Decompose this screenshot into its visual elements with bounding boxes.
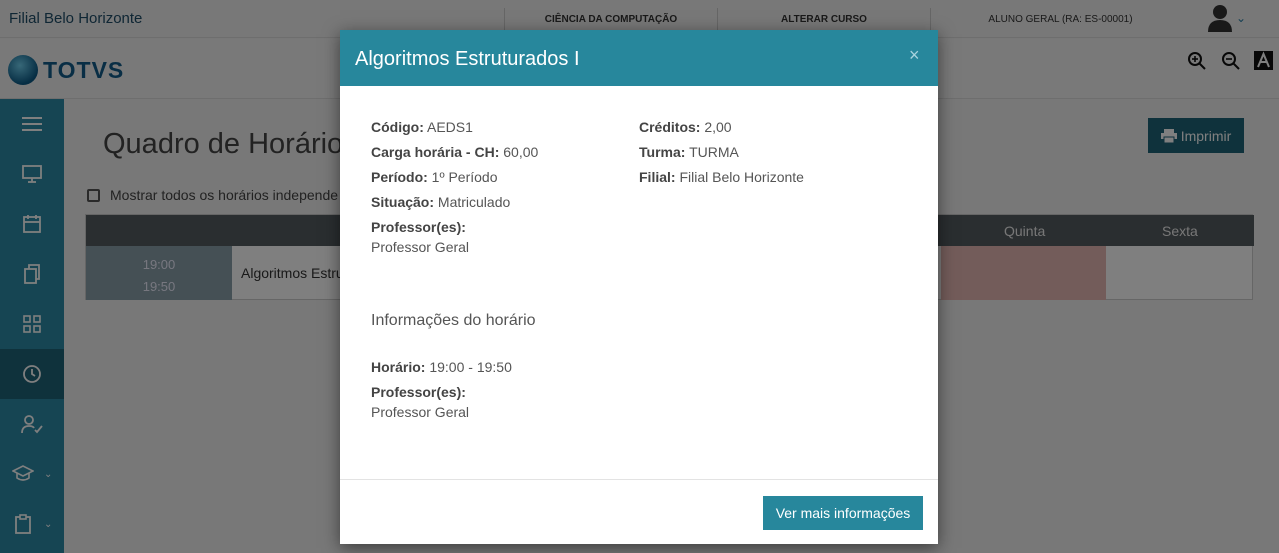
info-carga: Carga horária - CH: 60,00	[371, 143, 538, 161]
more-info-button[interactable]: Ver mais informações	[763, 496, 923, 530]
info-label: Créditos:	[639, 119, 701, 135]
info-turma: Turma: TURMA	[639, 143, 739, 161]
info-professores-value: Professor Geral	[371, 239, 470, 255]
info-value: 19:00 - 19:50	[429, 359, 512, 375]
info-value: TURMA	[689, 144, 739, 160]
course-modal: Algoritmos Estruturados I × Código: AEDS…	[340, 30, 938, 544]
close-icon[interactable]: ×	[909, 45, 920, 66]
info-label: Período:	[371, 169, 428, 185]
info-value: 2,00	[704, 119, 732, 135]
info-label: Filial:	[639, 169, 676, 185]
info-creditos: Créditos: 2,00	[639, 118, 732, 136]
info-value: 1º Período	[431, 169, 498, 185]
modal-header: Algoritmos Estruturados I ×	[340, 30, 938, 86]
info-value: Matriculado	[437, 194, 511, 210]
info-label: Professor(es):	[371, 219, 466, 235]
info-horario: Horário: 19:00 - 19:50	[371, 358, 512, 376]
info-label: Código:	[371, 119, 424, 135]
info-professores-label: Professor(es):	[371, 218, 466, 236]
modal-body: Código: AEDS1 Carga horária - CH: 60,00 …	[340, 86, 938, 479]
info-label: Turma:	[639, 144, 686, 160]
info-value: 60,00	[503, 144, 539, 160]
info-situacao: Situação: Matriculado	[371, 193, 510, 211]
modal-footer: Ver mais informações	[340, 479, 938, 544]
modal-title: Algoritmos Estruturados I	[355, 48, 580, 70]
info-label: Carga horária - CH:	[371, 144, 500, 160]
info-label: Situação:	[371, 194, 435, 210]
info-value: Filial Belo Horizonte	[679, 169, 804, 185]
info-horario-prof-label: Professor(es):	[371, 383, 466, 401]
info-filial: Filial: Filial Belo Horizonte	[639, 168, 804, 186]
info-label: Horário:	[371, 359, 426, 375]
info-periodo: Período: 1º Período	[371, 168, 498, 186]
info-horario-prof-value: Professor Geral	[371, 404, 470, 420]
info-label: Professor(es):	[371, 384, 466, 400]
info-codigo: Código: AEDS1	[371, 118, 473, 136]
schedule-section-title: Informações do horário	[371, 312, 536, 329]
info-value: AEDS1	[427, 119, 473, 135]
